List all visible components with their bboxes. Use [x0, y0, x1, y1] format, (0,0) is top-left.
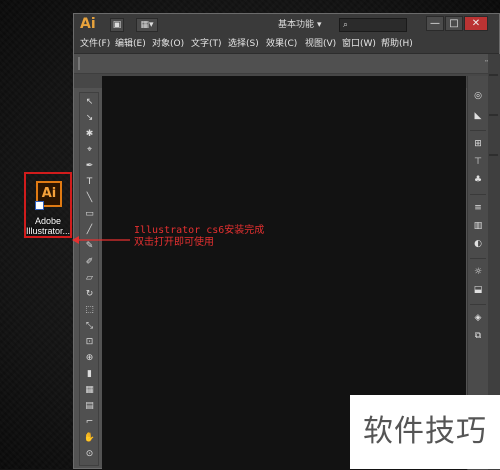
search-icon: ⌕: [343, 20, 349, 30]
type-tool-icon[interactable]: T: [82, 176, 97, 188]
line-segment-tool-icon[interactable]: ╲: [82, 192, 97, 204]
blob-brush-tool-icon[interactable]: ✐: [82, 256, 97, 268]
mesh-tool-icon[interactable]: ▤: [82, 400, 97, 412]
menu-bar: 文件(F) 编辑(E) 对象(O) 文字(T) 选择(S) 效果(C) 视图(V…: [74, 36, 499, 54]
menu-view[interactable]: 视图(V): [305, 38, 336, 50]
annotation-line1: Illustrator cs6安装完成: [134, 225, 265, 236]
control-bar: ⇢: [74, 54, 499, 74]
shortcut-label-line1: Adobe: [34, 216, 62, 226]
shortcut-label-line2: Illustrator...: [26, 226, 70, 236]
panel-divider: [470, 304, 486, 305]
zoom-tool-icon[interactable]: ⊙: [82, 448, 97, 460]
title-bar: Ai ▣ ▦▾ 基本功能 ▾ ⌕ — □ ✕: [74, 14, 499, 36]
magic-wand-tool-icon[interactable]: ✱: [82, 128, 97, 140]
symbols-panel-icon[interactable]: ♣: [471, 174, 485, 186]
menu-file[interactable]: 文件(F): [80, 38, 110, 50]
hand-tool-icon[interactable]: ✋: [82, 432, 97, 444]
ai-logo: Ai: [80, 16, 96, 32]
pen-tool-icon[interactable]: ✒: [82, 160, 97, 172]
arrange-documents-icon[interactable]: ▦▾: [136, 18, 158, 32]
watermark: 软件技巧: [350, 395, 500, 469]
strip-divider: [489, 74, 498, 76]
shortcut-arrow-icon: [35, 201, 44, 210]
menu-object[interactable]: 对象(O): [152, 38, 184, 50]
eraser-tool-icon[interactable]: ▱: [82, 272, 97, 284]
menu-window[interactable]: 窗口(W): [342, 38, 376, 50]
panel-divider: [470, 258, 486, 259]
rotate-tool-icon[interactable]: ↻: [82, 288, 97, 300]
menu-effect[interactable]: 效果(C): [266, 38, 297, 50]
selection-tool-icon[interactable]: ↖: [82, 96, 97, 108]
shape-builder-tool-icon[interactable]: ⊕: [82, 352, 97, 364]
chevron-down-icon: ▾: [317, 20, 322, 30]
artboards-panel-icon[interactable]: ⧉: [471, 330, 485, 342]
free-transform-tool-icon[interactable]: ⊡: [82, 336, 97, 348]
graphic-styles-panel-icon[interactable]: ⬓: [471, 284, 485, 296]
scale-tool-icon[interactable]: ⬚: [82, 304, 97, 316]
rectangle-tool-icon[interactable]: ▭: [82, 208, 97, 220]
eyedropper-tool-icon[interactable]: ⌐: [82, 416, 97, 428]
maximize-button[interactable]: □: [445, 16, 463, 31]
menu-edit[interactable]: 编辑(E): [115, 38, 146, 50]
menu-help[interactable]: 帮助(H): [381, 38, 413, 50]
menu-select[interactable]: 选择(S): [228, 38, 259, 50]
stroke-panel-icon[interactable]: ≡: [471, 202, 485, 214]
workspace-label: 基本功能: [278, 20, 315, 30]
panel-divider: [470, 194, 486, 195]
close-button[interactable]: ✕: [464, 16, 488, 31]
annotation-line2: 双击打开即可使用: [134, 237, 214, 248]
gradient-panel-icon[interactable]: ▥: [471, 220, 485, 232]
tools-panel: ↖ ↘ ✱ ⌖ ✒ T ╲ ▭ ╱ ✎ ✐ ▱ ↻ ⬚ ⤡ ⊡ ⊕ ▮ ▦ ▤ …: [79, 92, 99, 466]
direct-selection-tool-icon[interactable]: ↘: [82, 112, 97, 124]
control-bar-grip[interactable]: [78, 57, 80, 70]
symbol-sprayer-tool-icon[interactable]: ▮: [82, 368, 97, 380]
minimize-button[interactable]: —: [426, 16, 444, 31]
transparency-panel-icon[interactable]: ◐: [471, 238, 485, 250]
strip-divider: [489, 114, 498, 116]
layers-panel-icon[interactable]: ◈: [471, 312, 485, 324]
column-graph-tool-icon[interactable]: ▦: [82, 384, 97, 396]
illustrator-desktop-shortcut[interactable]: Ai Adobe Illustrator...: [24, 172, 72, 238]
appearance-panel-icon[interactable]: ☼: [471, 266, 485, 278]
warp-tool-icon[interactable]: ⤡: [82, 320, 97, 332]
brushes-panel-icon[interactable]: ⊤: [471, 156, 485, 168]
panel-divider: [470, 130, 486, 131]
annotation-arrow-icon: [72, 236, 130, 244]
strip-divider: [489, 154, 498, 156]
workspace-switcher[interactable]: 基本功能 ▾: [278, 18, 336, 32]
swatches-panel-icon[interactable]: ⊞: [471, 138, 485, 150]
menu-type[interactable]: 文字(T): [191, 38, 222, 50]
color-panel-icon[interactable]: ◎: [471, 90, 485, 102]
bridge-icon[interactable]: ▣: [110, 18, 124, 32]
lasso-tool-icon[interactable]: ⌖: [82, 144, 97, 156]
search-input[interactable]: ⌕: [339, 18, 407, 32]
color-guide-panel-icon[interactable]: ◣: [471, 110, 485, 122]
